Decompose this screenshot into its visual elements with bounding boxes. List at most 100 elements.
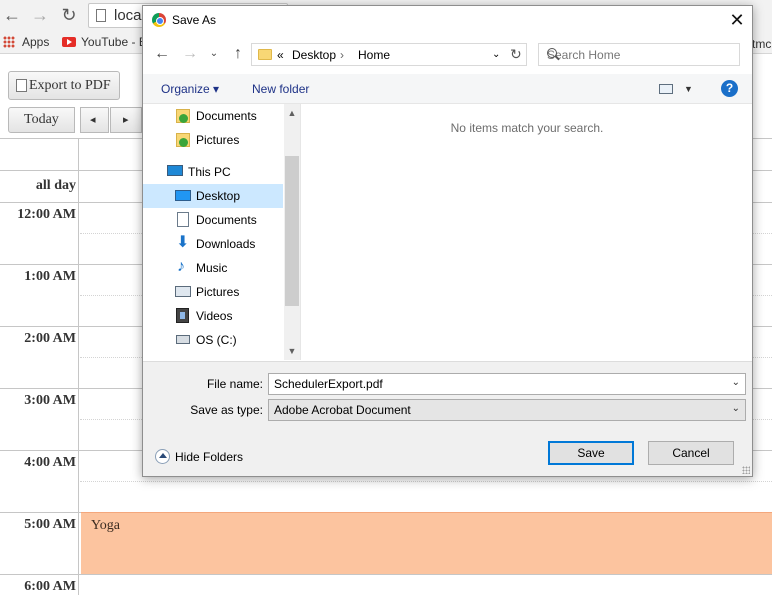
time-label: 6:00 AM bbox=[24, 579, 76, 594]
hide-folders-label: Hide Folders bbox=[175, 450, 244, 464]
nav-item-label: Music bbox=[196, 261, 228, 275]
nav-scrollbar[interactable]: ▲ ▼ bbox=[284, 104, 300, 360]
bookmark-fragment[interactable]: tmc bbox=[752, 37, 771, 51]
breadcrumb-separator-icon: › bbox=[340, 48, 344, 62]
close-icon[interactable]: ✕ bbox=[726, 9, 748, 31]
address-text: loca bbox=[114, 7, 142, 24]
videos-icon bbox=[176, 308, 189, 323]
nav-item-label: Pictures bbox=[196, 285, 240, 299]
time-label: 12:00 AM bbox=[17, 207, 76, 222]
chevron-down-icon[interactable]: ⌄ bbox=[732, 403, 740, 414]
desktop-icon bbox=[175, 190, 191, 201]
today-button[interactable]: Today bbox=[8, 107, 75, 133]
recent-chevron-icon[interactable]: ⌄ bbox=[205, 45, 223, 63]
nav-item-pictures-synced[interactable]: Pictures bbox=[143, 128, 283, 152]
nav-item-label: Pictures bbox=[196, 133, 240, 147]
half-hour-divider bbox=[80, 481, 772, 482]
dialog-titlebar[interactable]: Save As ✕ bbox=[143, 6, 752, 36]
up-arrow-icon[interactable]: ↑ bbox=[229, 45, 247, 63]
resize-grip-icon[interactable] bbox=[742, 466, 750, 474]
navigation-pane: Documents Pictures This PC Desktop Docum… bbox=[143, 104, 300, 360]
nav-item-label: OS (C:) bbox=[196, 333, 237, 347]
next-button[interactable]: ▸ bbox=[110, 107, 142, 133]
empty-message: No items match your search. bbox=[450, 121, 604, 135]
nav-item-desktop[interactable]: Desktop bbox=[143, 184, 283, 208]
event-yoga[interactable]: Yoga bbox=[81, 512, 772, 574]
path-dropdown-icon[interactable]: ⌄ bbox=[492, 49, 500, 60]
forward-arrow-icon[interactable]: → bbox=[181, 45, 199, 63]
nav-item-videos[interactable]: Videos bbox=[143, 304, 283, 328]
scroll-thumb[interactable] bbox=[285, 156, 299, 306]
file-name-field[interactable]: SchedulerExport.pdf ⌄ bbox=[268, 373, 746, 395]
scroll-down-icon[interactable]: ▼ bbox=[284, 344, 300, 358]
help-icon[interactable]: ? bbox=[721, 80, 738, 97]
cancel-button[interactable]: Cancel bbox=[648, 441, 734, 465]
command-bar: Organize ▾ New folder ▼ ? bbox=[143, 74, 752, 104]
save-type-select[interactable]: Adobe Acrobat Document ⌄ bbox=[268, 399, 746, 421]
breadcrumb-home[interactable]: Home bbox=[358, 48, 390, 62]
file-list-pane[interactable]: No items match your search. bbox=[300, 104, 752, 360]
chevron-down-icon[interactable]: ⌄ bbox=[732, 377, 740, 388]
organize-button[interactable]: Organize ▾ bbox=[161, 82, 219, 96]
dialog-title: Save As bbox=[172, 13, 217, 27]
view-dropdown-icon[interactable]: ▼ bbox=[684, 84, 693, 94]
documents-icon bbox=[177, 212, 189, 227]
file-name-label: File name: bbox=[206, 377, 263, 391]
back-arrow-icon[interactable]: ← bbox=[153, 45, 171, 63]
search-icon[interactable] bbox=[547, 48, 557, 58]
save-as-dialog: Save As ✕ ← → ⌄ ↑ « Desktop › Home ⌄ ↻ S… bbox=[142, 5, 753, 477]
breadcrumb-overflow[interactable]: « bbox=[277, 48, 284, 62]
nav-item-label: Videos bbox=[196, 309, 233, 323]
event-title: Yoga bbox=[91, 518, 120, 533]
dialog-bottom-panel: File name: SchedulerExport.pdf ⌄ Save as… bbox=[143, 361, 752, 476]
apps-grid-icon bbox=[3, 36, 15, 48]
nav-item-this-pc[interactable]: This PC bbox=[143, 160, 283, 184]
nav-item-documents-synced[interactable]: Documents bbox=[143, 104, 283, 128]
pictures-icon bbox=[175, 286, 191, 297]
music-icon: ♪ bbox=[177, 258, 185, 275]
file-name-value: SchedulerExport.pdf bbox=[274, 377, 383, 391]
reload-icon[interactable]: ↻ bbox=[57, 4, 81, 26]
view-options-icon[interactable] bbox=[659, 84, 673, 94]
nav-item-label: Documents bbox=[196, 213, 257, 227]
synced-folder-icon bbox=[176, 109, 190, 123]
scroll-up-icon[interactable]: ▲ bbox=[284, 106, 300, 120]
drive-icon bbox=[176, 335, 190, 344]
address-row: ← → ⌄ ↑ « Desktop › Home ⌄ ↻ Search Home bbox=[143, 36, 752, 74]
refresh-icon[interactable]: ↻ bbox=[510, 46, 522, 63]
path-breadcrumb[interactable]: « Desktop › Home ⌄ ↻ bbox=[251, 43, 527, 66]
collapse-icon bbox=[155, 449, 170, 464]
forward-arrow-icon[interactable]: → bbox=[28, 4, 52, 26]
computer-icon bbox=[167, 165, 183, 176]
chrome-icon bbox=[152, 13, 166, 27]
nav-item-documents[interactable]: Documents bbox=[143, 208, 283, 232]
save-type-value: Adobe Acrobat Document bbox=[274, 403, 411, 417]
nav-item-os-drive[interactable]: OS (C:) bbox=[143, 328, 283, 352]
time-label: 5:00 AM bbox=[24, 517, 76, 532]
nav-item-label: Downloads bbox=[196, 237, 256, 251]
nav-item-label: Documents bbox=[196, 109, 257, 123]
folder-icon bbox=[258, 49, 272, 60]
save-button[interactable]: Save bbox=[548, 441, 634, 465]
bookmark-apps[interactable]: Apps bbox=[22, 35, 49, 49]
save-type-label: Save as type: bbox=[190, 403, 263, 417]
page-icon bbox=[96, 9, 106, 22]
new-folder-button[interactable]: New folder bbox=[252, 82, 309, 96]
nav-item-music[interactable]: ♪ Music bbox=[143, 256, 283, 280]
export-pdf-button[interactable]: Export to PDF bbox=[8, 71, 120, 100]
prev-arrow-icon: ◂ bbox=[90, 114, 96, 126]
search-input[interactable]: Search Home bbox=[538, 43, 740, 66]
time-label: 4:00 AM bbox=[24, 455, 76, 470]
pdf-icon bbox=[16, 79, 27, 92]
all-day-label: all day bbox=[35, 178, 76, 193]
breadcrumb-desktop[interactable]: Desktop bbox=[292, 48, 336, 62]
prev-button[interactable]: ◂ bbox=[80, 107, 109, 133]
downloads-icon: ⬇ bbox=[176, 234, 190, 251]
nav-item-label: This PC bbox=[188, 165, 231, 179]
time-label: 3:00 AM bbox=[24, 393, 76, 408]
export-pdf-label: Export to PDF bbox=[29, 78, 111, 93]
back-arrow-icon[interactable]: ← bbox=[0, 4, 24, 26]
nav-item-pictures[interactable]: Pictures bbox=[143, 280, 283, 304]
nav-item-downloads[interactable]: ⬇ Downloads bbox=[143, 232, 283, 256]
nav-item-label: Desktop bbox=[196, 189, 241, 203]
